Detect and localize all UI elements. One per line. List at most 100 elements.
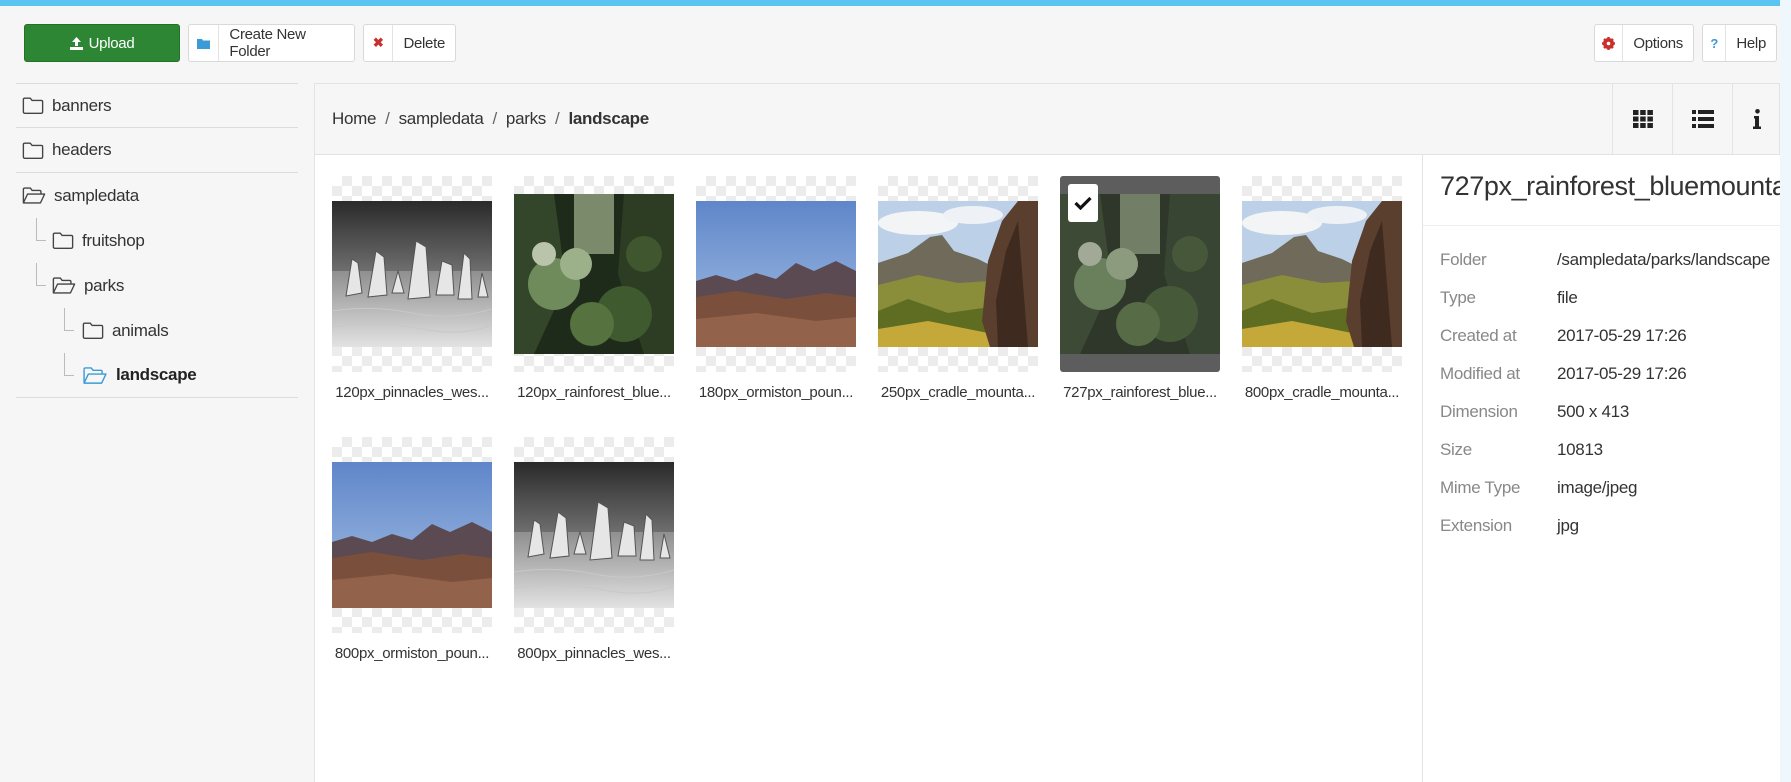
breadcrumb-item-parks[interactable]: parks bbox=[506, 109, 546, 129]
image-preview bbox=[332, 201, 492, 347]
folder-open-icon bbox=[22, 186, 46, 205]
detail-value: image/jpeg bbox=[1557, 478, 1638, 497]
tree-branch-line bbox=[64, 353, 74, 376]
breadcrumb-separator: / bbox=[385, 109, 390, 128]
upload-button[interactable]: Upload bbox=[24, 24, 180, 62]
file-name: 727px_rainforest_blue... bbox=[1063, 384, 1217, 401]
close-icon: ✖ bbox=[364, 25, 394, 61]
folder-open-icon bbox=[82, 366, 108, 385]
detail-value: /sampledata/parks/landscape bbox=[1557, 250, 1771, 269]
file-details-title: 727px_rainforest_bluemountains bbox=[1440, 171, 1780, 201]
tree-branch-line bbox=[64, 308, 74, 331]
breadcrumb-current: landscape bbox=[568, 109, 649, 128]
thumbnail-frame bbox=[514, 437, 674, 633]
detail-value: 500 x 413 bbox=[1557, 402, 1629, 421]
detail-value: 2017-05-29 17:26 bbox=[1557, 326, 1687, 345]
upload-label: Upload bbox=[88, 34, 135, 52]
help-button[interactable]: ? Help bbox=[1702, 24, 1777, 62]
thumbnail-frame bbox=[1060, 176, 1220, 372]
image-preview bbox=[1242, 201, 1402, 347]
image-preview bbox=[878, 201, 1038, 347]
file-thumbnail[interactable]: 120px_pinnacles_wes... bbox=[332, 176, 492, 401]
folder-icon bbox=[22, 141, 44, 160]
sidebar-item-label: sampledata bbox=[54, 185, 139, 205]
file-thumbnail[interactable]: 250px_cradle_mounta... bbox=[878, 176, 1038, 401]
sidebar-item-label: animals bbox=[112, 320, 169, 340]
thumbnail-frame bbox=[514, 176, 674, 372]
file-name: 120px_rainforest_blue... bbox=[517, 384, 671, 401]
breadcrumb: Home / sampledata / parks / landscape bbox=[332, 84, 649, 154]
media-manager-window: Upload Create New Folder ✖ Delete Option… bbox=[0, 0, 1780, 782]
info-button[interactable] bbox=[1732, 84, 1780, 154]
thumbnail-frame bbox=[878, 176, 1038, 372]
sidebar-item-fruitshop[interactable]: fruitshop bbox=[16, 218, 298, 263]
grid-view-icon bbox=[1632, 110, 1653, 128]
breadcrumb-item-sampledata[interactable]: sampledata bbox=[399, 109, 484, 129]
file-thumbnail[interactable]: 800px_ormiston_poun... bbox=[332, 437, 492, 662]
folder-open-icon bbox=[52, 276, 76, 295]
detail-label: Size bbox=[1440, 440, 1472, 459]
breadcrumb-item-home[interactable]: Home bbox=[332, 109, 376, 129]
image-preview bbox=[514, 462, 674, 608]
thumbnail-frame bbox=[696, 176, 856, 372]
sidebar-item-parks[interactable]: parks bbox=[16, 263, 298, 308]
image-preview bbox=[514, 194, 674, 354]
gear-icon bbox=[1595, 25, 1624, 61]
browser-header: Home / sampledata / parks / landscape bbox=[314, 83, 1780, 155]
folder-icon bbox=[22, 96, 44, 115]
detail-label: Modified at bbox=[1440, 364, 1520, 383]
sidebar-item-label: banners bbox=[52, 95, 112, 115]
delete-label: Delete bbox=[403, 34, 445, 52]
detail-value: 10813 bbox=[1557, 440, 1603, 459]
breadcrumb-separator: / bbox=[555, 109, 560, 128]
list-view-button[interactable] bbox=[1672, 84, 1732, 154]
delete-button[interactable]: ✖ Delete bbox=[363, 24, 456, 62]
sidebar-item-label: fruitshop bbox=[82, 230, 145, 250]
file-thumbnail[interactable]: 800px_cradle_mounta... bbox=[1242, 176, 1402, 401]
folder-icon bbox=[189, 25, 220, 61]
toolbar: Upload Create New Folder ✖ Delete Option… bbox=[0, 6, 1780, 84]
file-grid: 120px_pinnacles_wes... 120px_rainforest_… bbox=[314, 154, 1422, 782]
folder-icon bbox=[82, 321, 104, 340]
sidebar-item-animals[interactable]: animals bbox=[16, 308, 298, 353]
file-name: 800px_cradle_mounta... bbox=[1244, 384, 1400, 401]
detail-label: Mime Type bbox=[1440, 478, 1521, 497]
list-view-icon bbox=[1691, 110, 1714, 128]
file-name: 180px_ormiston_poun... bbox=[698, 384, 854, 401]
window-edge bbox=[1780, 0, 1791, 782]
breadcrumb-separator: / bbox=[492, 109, 497, 128]
file-thumbnail[interactable]: 180px_ormiston_poun... bbox=[696, 176, 856, 401]
create-folder-button[interactable]: Create New Folder bbox=[188, 24, 355, 62]
image-preview bbox=[332, 462, 492, 608]
tree-branch-line bbox=[36, 263, 46, 286]
detail-label: Dimension bbox=[1440, 402, 1518, 421]
detail-label: Extension bbox=[1440, 516, 1512, 535]
folder-icon bbox=[52, 231, 74, 250]
checkmark-icon[interactable] bbox=[1068, 184, 1098, 222]
detail-label: Type bbox=[1440, 288, 1476, 307]
upload-icon bbox=[69, 25, 89, 61]
sidebar-item-landscape[interactable]: landscape bbox=[16, 353, 298, 398]
sidebar-item-label: headers bbox=[52, 140, 112, 159]
file-thumbnail-selected[interactable]: 727px_rainforest_blue... bbox=[1060, 176, 1220, 401]
create-folder-label: Create New Folder bbox=[229, 26, 306, 60]
sidebar-item-sampledata[interactable]: sampledata bbox=[16, 173, 298, 218]
detail-label: Created at bbox=[1440, 326, 1517, 345]
file-name: 800px_ormiston_poun... bbox=[334, 645, 490, 662]
detail-value: 2017-05-29 17:26 bbox=[1557, 364, 1687, 383]
info-icon bbox=[1752, 109, 1761, 129]
file-name: 800px_pinnacles_wes... bbox=[517, 645, 671, 662]
sidebar-item-headers[interactable]: headers bbox=[16, 128, 298, 173]
grid-view-button[interactable] bbox=[1612, 84, 1672, 154]
sidebar-item-label: parks bbox=[84, 275, 125, 295]
tree-branch-line bbox=[36, 218, 46, 241]
file-thumbnail[interactable]: 120px_rainforest_blue... bbox=[514, 176, 674, 401]
file-thumbnail[interactable]: 800px_pinnacles_wes... bbox=[514, 437, 674, 662]
detail-label: Folder bbox=[1440, 250, 1487, 269]
help-icon: ? bbox=[1703, 25, 1727, 61]
divider bbox=[1423, 225, 1780, 226]
sidebar-item-label: landscape bbox=[116, 365, 197, 384]
sidebar-item-banners[interactable]: banners bbox=[16, 83, 298, 128]
options-label: Options bbox=[1633, 34, 1683, 52]
options-button[interactable]: Options bbox=[1594, 24, 1694, 62]
